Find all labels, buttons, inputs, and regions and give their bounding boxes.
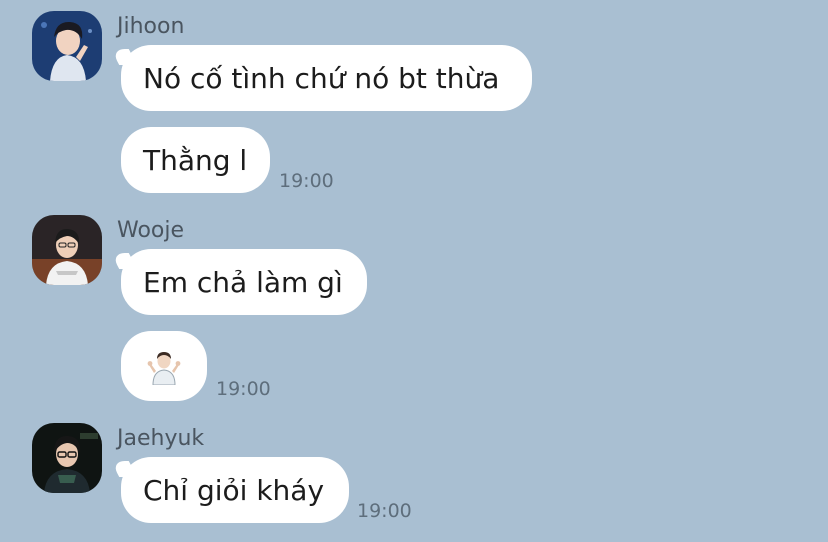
- sender-name: Wooje: [117, 218, 185, 243]
- message-text: Thằng l: [143, 143, 248, 177]
- avatar-jihoon-image: [32, 11, 102, 81]
- message-text: Nó cố tình chứ nó bt thừa: [143, 61, 500, 95]
- avatar-jaehyuk[interactable]: [32, 423, 102, 493]
- message-bubble[interactable]: Em chả làm gì: [121, 249, 367, 315]
- message-text: Em chả làm gì: [143, 265, 343, 299]
- avatar-jaehyuk-image: [32, 423, 102, 493]
- avatar-wooje-image: [32, 215, 102, 285]
- message-timestamp: 19:00: [279, 170, 334, 192]
- sender-name: Jihoon: [117, 14, 185, 39]
- avatar-jihoon[interactable]: [32, 11, 102, 81]
- message-text: Chỉ giỏi kháy: [143, 473, 325, 507]
- person-shrugging-emoji: [147, 352, 181, 385]
- message-timestamp: 19:00: [216, 378, 271, 400]
- avatar-wooje[interactable]: [32, 215, 102, 285]
- message-bubble-emoji[interactable]: [121, 331, 207, 401]
- message-bubble[interactable]: Nó cố tình chứ nó bt thừa: [121, 45, 532, 111]
- message-timestamp: 19:00: [357, 500, 412, 522]
- message-bubble[interactable]: Thằng l: [121, 127, 270, 193]
- message-bubble[interactable]: Chỉ giỏi kháy: [121, 457, 349, 523]
- sender-name: Jaehyuk: [117, 426, 205, 451]
